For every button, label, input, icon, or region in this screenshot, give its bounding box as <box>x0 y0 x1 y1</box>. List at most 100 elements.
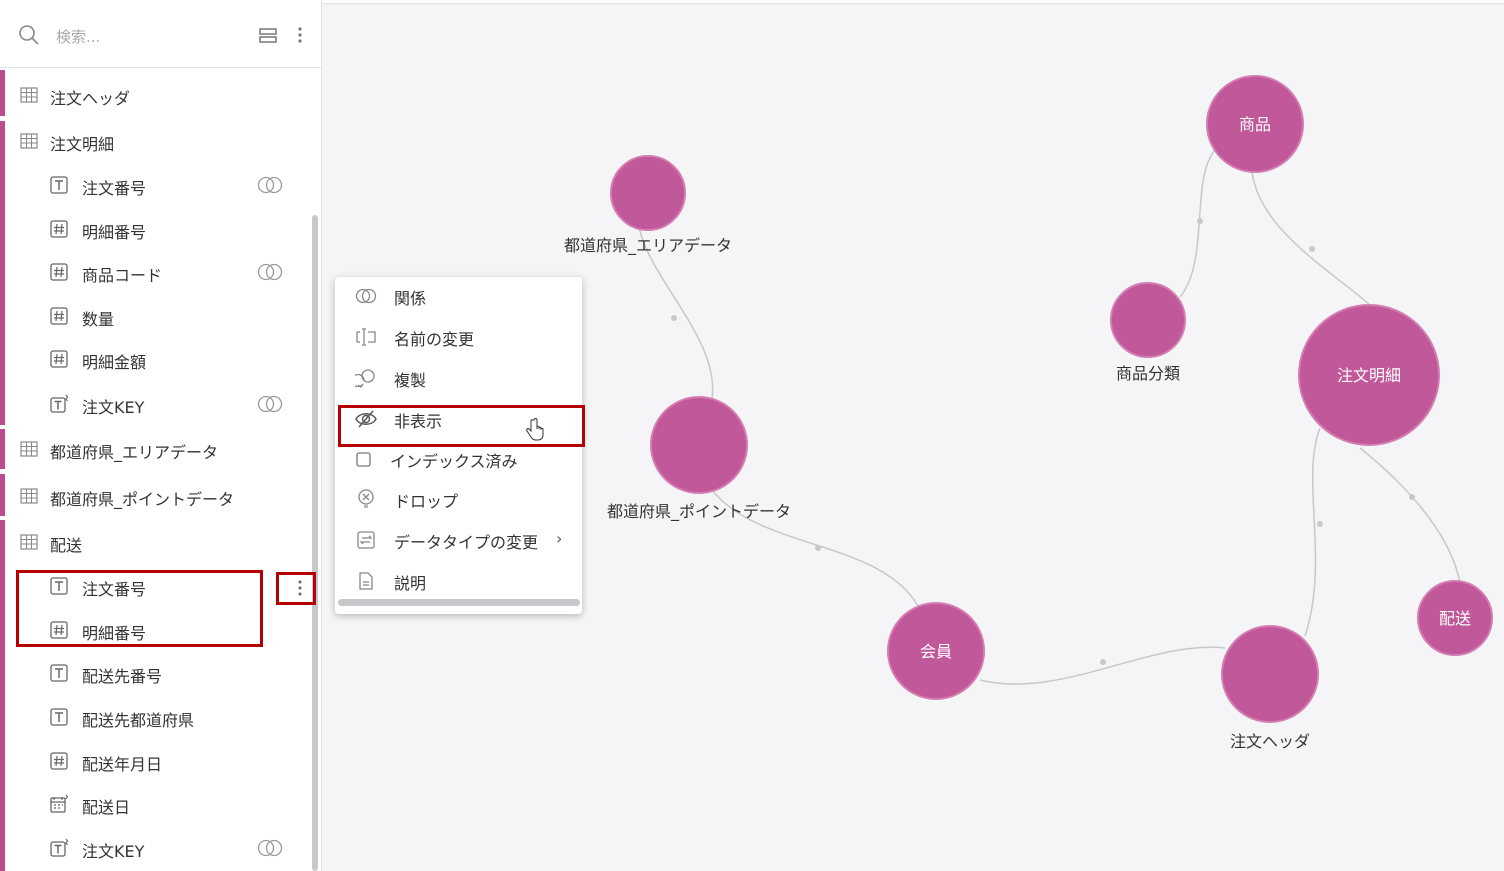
table-icon <box>20 488 38 504</box>
sidebar-table-item[interactable]: 配送 <box>0 522 312 562</box>
table-icon <box>20 87 38 103</box>
node-label: 都道府県_ポイントデータ <box>607 502 791 522</box>
menu-item-duplicate[interactable]: 複製 <box>335 357 582 397</box>
edge-point <box>1197 218 1203 224</box>
search-bar: 検索... <box>0 0 321 68</box>
node-circle[interactable] <box>1110 282 1186 358</box>
graph-node-chumon-meisai[interactable]: 注文明細 <box>1298 304 1440 446</box>
sidebar: 検索... 注文ヘッダ注文明細注文番号明細番号商品コード数量明細金額注文KEY 都… <box>0 0 322 871</box>
sidebar-table-item[interactable]: 注文ヘッダ <box>0 75 312 115</box>
rename-icon <box>356 328 376 346</box>
field-label: 数量 <box>82 310 115 329</box>
chevron-right-icon: › <box>556 529 563 548</box>
graph-node-shohin[interactable]: 商品 <box>1206 75 1304 173</box>
edge-header-meisai <box>1304 427 1321 637</box>
field-label: 配送先番号 <box>82 667 163 686</box>
edge-point <box>1409 494 1415 500</box>
graph-node-kaiin[interactable]: 会員 <box>887 602 985 700</box>
table-label: 配送 <box>50 536 83 555</box>
edge-point <box>671 315 677 321</box>
node-label: 会員 <box>920 642 952 661</box>
field-label: 配送先都道府県 <box>82 711 195 730</box>
table-icon <box>20 441 38 457</box>
sidebar-field-item[interactable]: 配送年月日 <box>0 741 312 781</box>
node-label: 配送 <box>1439 609 1471 628</box>
edge-point <box>1317 521 1323 527</box>
app-root: 検索... 注文ヘッダ 注文明細 注文番号 明細番号 商品コード 数量 明細金額 注文KEY 都… <box>0 0 1504 871</box>
relation-icon <box>257 395 283 413</box>
edge-point <box>1309 246 1315 252</box>
graph-node-chumon-header[interactable]: 注文ヘッダ <box>1221 625 1319 751</box>
graph-node-shohin-bunrui[interactable]: 商品分類 <box>1110 282 1186 383</box>
field-label: 明細番号 <box>82 223 147 242</box>
table-label: 注文明細 <box>50 135 115 154</box>
menu-item-datatype[interactable]: データタイプの変更 › <box>335 519 582 559</box>
search-input[interactable]: 検索... <box>56 26 100 47</box>
menu-item-label: データタイプの変更 <box>394 533 539 552</box>
edge-point <box>1100 659 1106 665</box>
menu-item-rename[interactable]: 名前の変更 <box>335 316 582 356</box>
field-label: 注文KEY <box>82 842 145 861</box>
node-label: 注文明細 <box>1337 366 1401 385</box>
more-options-icon[interactable] <box>292 25 308 45</box>
search-icon[interactable] <box>18 24 40 46</box>
relation-icon <box>257 176 283 194</box>
graph-node-haiso[interactable]: 配送 <box>1417 580 1493 656</box>
sidebar-field-item[interactable]: 注文KEY <box>0 384 312 424</box>
menu-scrollbar[interactable] <box>338 599 580 606</box>
relation-icon <box>257 839 283 857</box>
graph-edge-points <box>671 218 1415 665</box>
duplicate-icon <box>355 369 375 388</box>
node-label: 商品 <box>1239 115 1271 134</box>
edge-kaiin-header <box>979 646 1226 685</box>
field-label: 配送日 <box>82 798 131 817</box>
field-label: 配送年月日 <box>82 755 163 774</box>
graph-node-point[interactable]: 都道府県_ポイントデータ <box>607 396 791 522</box>
menu-item-relation[interactable]: 関係 <box>335 275 582 315</box>
text-type-icon <box>50 708 68 726</box>
sidebar-table-item[interactable]: 都道府県_ポイントデータ <box>0 476 312 516</box>
node-label: 都道府県_エリアデータ <box>564 236 732 256</box>
relation-icon <box>355 288 377 304</box>
field-label: 商品コード <box>82 266 163 285</box>
edge-point <box>815 545 821 551</box>
sidebar-table-item[interactable]: 都道府県_エリアデータ <box>0 429 312 469</box>
sidebar-field-item[interactable]: 数量 <box>0 296 312 336</box>
menu-item-label: 名前の変更 <box>394 330 475 349</box>
node-label: 商品分類 <box>1116 364 1180 383</box>
sidebar-field-item[interactable]: 配送先番号 <box>0 653 312 693</box>
text-type-icon <box>50 176 68 194</box>
menu-item-drop[interactable]: ドロップ <box>335 478 582 518</box>
sidebar-field-item[interactable]: 配送先都道府県 <box>0 697 312 737</box>
node-circle[interactable] <box>650 396 748 494</box>
field-more-options-icon[interactable] <box>292 578 308 598</box>
graph-nodes: 商品商品分類 注文明細配送注文ヘッダ 会員 都道府県_エリアデータ都道府県_ポイントデ… <box>564 75 1493 751</box>
edge-meisai-haiso <box>1359 447 1461 584</box>
menu-item-label: ドロップ <box>394 492 459 511</box>
list-view-icon[interactable] <box>258 26 278 44</box>
highlight-box-selected-fields <box>16 570 263 647</box>
sidebar-scrollbar[interactable] <box>312 215 318 871</box>
sidebar-field-item[interactable]: 明細番号 <box>0 209 312 249</box>
sidebar-field-item[interactable]: 注文番号 <box>0 165 312 205</box>
node-circle[interactable] <box>610 155 686 231</box>
table-icon <box>20 534 38 550</box>
relation-icon <box>257 263 283 281</box>
table-label: 都道府県_エリアデータ <box>50 443 219 462</box>
field-label: 注文KEY <box>82 398 145 417</box>
text-key-type-icon <box>50 838 69 857</box>
graph-node-area[interactable]: 都道府県_エリアデータ <box>564 155 732 256</box>
node-circle[interactable] <box>1221 625 1319 723</box>
highlight-box-hide <box>338 405 585 447</box>
checkbox-icon <box>356 452 371 467</box>
sidebar-field-item[interactable]: 注文KEY <box>0 828 312 868</box>
field-label: 注文番号 <box>82 179 147 198</box>
menu-item-document[interactable]: 説明 <box>335 560 582 600</box>
sidebar-field-item[interactable]: 商品コード <box>0 252 312 292</box>
sidebar-table-item[interactable]: 注文明細 <box>0 121 312 161</box>
sidebar-field-item[interactable]: 明細金額 <box>0 339 312 379</box>
number-type-icon <box>50 263 68 281</box>
field-label: 明細金額 <box>82 353 147 372</box>
sidebar-field-item[interactable]: 配送日 <box>0 784 312 824</box>
text-type-icon <box>50 664 68 682</box>
